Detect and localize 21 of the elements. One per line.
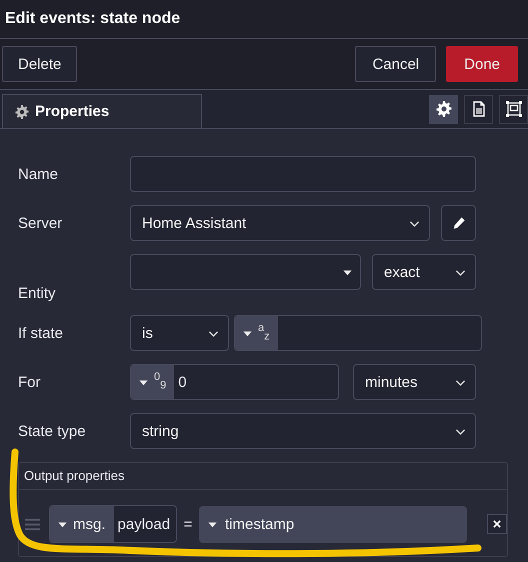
- delete-button[interactable]: Delete: [2, 46, 78, 82]
- cancel-button[interactable]: Cancel: [355, 46, 436, 82]
- field-label: For: [18, 374, 42, 390]
- unit-select[interactable]: minutes: [353, 364, 476, 400]
- field-label: Name: [18, 166, 60, 182]
- server-select[interactable]: Home Assistant: [130, 205, 430, 241]
- property-field[interactable]: msg. payload: [49, 505, 177, 543]
- panel-title: Output properties: [19, 463, 507, 490]
- field-label: If state: [18, 324, 64, 342]
- equals-sign: =: [182, 516, 194, 532]
- match-select[interactable]: exact: [372, 254, 476, 290]
- properties-tab[interactable]: Properties: [2, 94, 202, 128]
- value-select[interactable]: timestamp: [199, 506, 467, 542]
- state-type-select[interactable]: string: [130, 413, 476, 449]
- done-button[interactable]: Done: [446, 46, 518, 82]
- field-label: State type: [18, 422, 87, 440]
- operator-select[interactable]: is: [130, 315, 229, 351]
- dialog-title: Edit events: state node: [5, 10, 180, 28]
- type-selector[interactable]: msg.: [50, 506, 114, 542]
- field-label: Entity: [18, 285, 57, 302]
- field-label: Server: [18, 214, 64, 232]
